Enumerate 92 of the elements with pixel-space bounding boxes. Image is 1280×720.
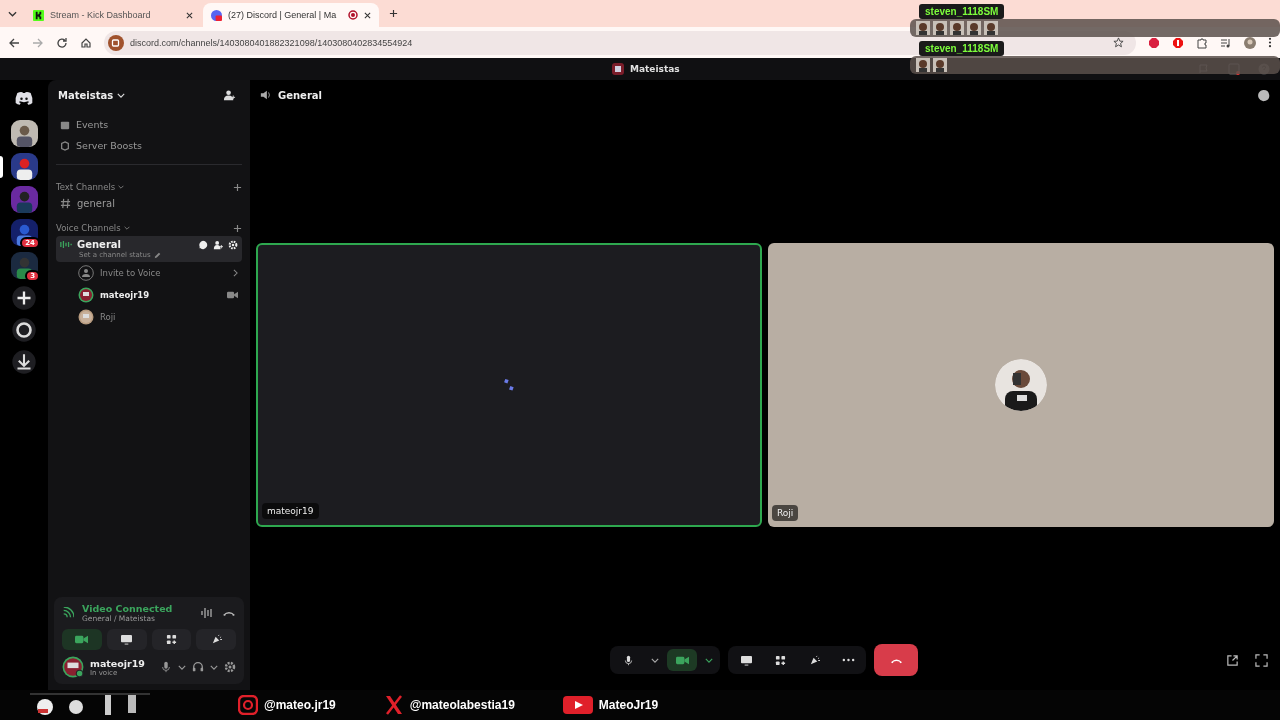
- x-logo-icon: [383, 695, 404, 715]
- video-camera-icon: [75, 634, 89, 645]
- camera-button[interactable]: [667, 649, 697, 671]
- more-icon: [841, 658, 855, 662]
- instagram-logo-icon: [238, 695, 258, 715]
- voice-member[interactable]: Roji: [100, 312, 238, 322]
- new-tab-icon[interactable]: [389, 9, 398, 18]
- video-camera-icon: [675, 654, 689, 666]
- calendar-icon: [60, 119, 70, 130]
- youtube-logo-icon: [562, 695, 593, 715]
- video-tile[interactable]: Roji: [768, 243, 1274, 527]
- participant-name: mateojr19: [262, 503, 319, 519]
- hashtag-icon: [60, 198, 71, 209]
- monitor-icon: [739, 654, 753, 666]
- boost-icon: [60, 140, 70, 151]
- discord-favicon-icon: [211, 9, 222, 21]
- user-avatar[interactable]: [62, 656, 84, 678]
- headphones-icon[interactable]: [192, 661, 204, 673]
- compass-icon[interactable]: [11, 317, 37, 343]
- chat-username: steven_1118SM: [919, 41, 1005, 56]
- browser-tab[interactable]: (27) Discord | General | Ma: [203, 3, 379, 27]
- grid-plus-icon: [164, 634, 178, 645]
- fullscreen-icon[interactable]: [1255, 653, 1268, 667]
- server-icon: [612, 63, 624, 75]
- puzzle-icon[interactable]: [1196, 36, 1208, 49]
- leave-call-button[interactable]: [874, 644, 918, 676]
- chevron-icon[interactable]: [233, 269, 238, 277]
- social-handle: @mateo.jr19: [264, 698, 336, 712]
- caret-icon[interactable]: [210, 664, 218, 670]
- caret-icon[interactable]: [178, 664, 186, 670]
- caret-icon[interactable]: [705, 657, 713, 663]
- channel-name: General: [77, 239, 122, 250]
- server-name-menu[interactable]: Mateistas: [58, 89, 114, 101]
- soundboard-button[interactable]: [196, 629, 236, 650]
- invite-people-icon[interactable]: [223, 88, 236, 102]
- social-handle: MateoJr19: [598, 698, 659, 712]
- monitor-icon: [120, 634, 134, 645]
- discord-logo-icon[interactable]: [14, 90, 34, 106]
- close-icon[interactable]: [186, 11, 193, 19]
- category-header[interactable]: Text Channels: [56, 182, 116, 192]
- browser-menu-icon[interactable]: [1268, 37, 1272, 48]
- sidebar-item[interactable]: Server Boosts: [76, 140, 142, 151]
- invite-icon[interactable]: [213, 239, 223, 250]
- channel-title: General: [278, 89, 322, 101]
- chat-username: steven_1118SM: [919, 4, 1005, 19]
- home-icon[interactable]: [80, 36, 92, 49]
- tab-menu-icon[interactable]: [8, 10, 17, 17]
- kick-favicon-icon: [33, 9, 44, 21]
- chat-icon[interactable]: [198, 239, 208, 250]
- invite-to-voice-item[interactable]: Invite to Voice: [100, 268, 227, 278]
- voice-member[interactable]: mateojr19: [100, 290, 221, 300]
- download-icon[interactable]: [11, 349, 37, 375]
- screen-share-button[interactable]: [106, 629, 147, 650]
- participant-name: Roji: [772, 505, 799, 521]
- back-icon[interactable]: [8, 36, 20, 49]
- loading-icon: [504, 377, 514, 393]
- media-icon[interactable]: [1220, 36, 1232, 49]
- caret-icon[interactable]: [651, 657, 659, 663]
- user-avatar[interactable]: [78, 287, 94, 303]
- reload-icon[interactable]: [56, 36, 68, 49]
- social-handle: @mateolabestia19: [409, 698, 515, 712]
- create-channel-icon[interactable]: [233, 182, 242, 192]
- close-icon[interactable]: [364, 11, 371, 19]
- speaker-icon: [260, 89, 272, 101]
- profile-avatar-icon[interactable]: [1244, 36, 1256, 49]
- text-channel[interactable]: general: [77, 198, 115, 209]
- username: mateojr19: [90, 657, 146, 669]
- sound-wave-icon[interactable]: [200, 606, 214, 620]
- settings-icon[interactable]: [224, 661, 236, 673]
- microphone-icon[interactable]: [160, 661, 172, 673]
- sidebar-item[interactable]: Events: [76, 119, 109, 130]
- create-channel-icon[interactable]: [233, 223, 242, 233]
- category-header[interactable]: Voice Channels: [56, 223, 121, 233]
- camera-button[interactable]: [62, 629, 102, 650]
- pencil-icon[interactable]: [153, 251, 161, 259]
- pop-out-icon[interactable]: [1226, 653, 1239, 667]
- grid-plus-icon: [773, 654, 787, 666]
- browser-tab[interactable]: Stream - Kick Dashboard: [25, 3, 201, 27]
- connection-status: Video Connected: [82, 603, 174, 614]
- window-title: Mateistas: [630, 64, 680, 74]
- chat-icon[interactable]: [1257, 88, 1270, 102]
- stop-hand-icon[interactable]: [1172, 36, 1184, 49]
- user-avatar[interactable]: [78, 309, 94, 325]
- bookmark-star-icon[interactable]: [1113, 37, 1124, 48]
- signal-icon: [62, 607, 74, 619]
- activities-button[interactable]: [151, 629, 192, 650]
- voice-activity-icon: [60, 240, 72, 249]
- video-tile[interactable]: mateojr19: [256, 243, 762, 527]
- adblock-icon[interactable]: [1148, 36, 1160, 49]
- site-info-icon[interactable]: [108, 34, 124, 51]
- person-circle-icon: [78, 265, 94, 281]
- add-server-icon[interactable]: [11, 285, 37, 311]
